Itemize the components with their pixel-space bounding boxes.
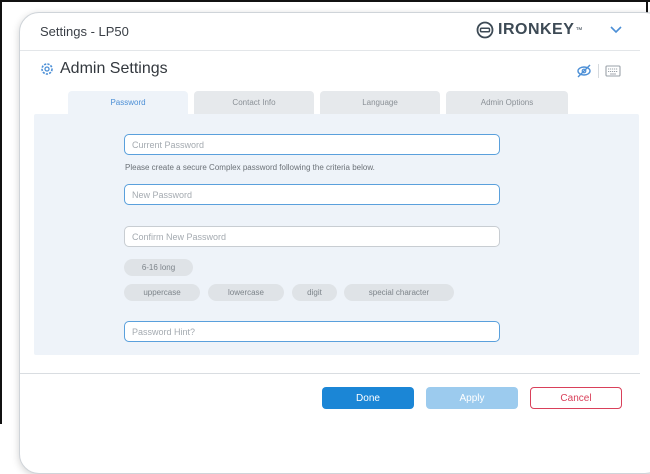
tab-contact-info[interactable]: Contact Info (194, 91, 314, 114)
criteria-special-badge: special character (344, 284, 454, 301)
keyboard-icon[interactable] (605, 64, 621, 78)
footer-divider (20, 373, 640, 374)
gear-icon (41, 63, 53, 75)
brand-trademark: ™ (575, 26, 583, 34)
header-divider (20, 50, 640, 51)
icon-divider (598, 64, 599, 78)
confirm-password-field[interactable] (124, 226, 500, 247)
ironkey-logo-icon (476, 21, 494, 39)
tab-password[interactable]: Password (68, 91, 188, 114)
criteria-lowercase-badge: lowercase (208, 284, 284, 301)
password-helper-text: Please create a secure Complex password … (125, 163, 375, 172)
criteria-digit-badge: digit (292, 284, 337, 301)
apply-button[interactable]: Apply (426, 387, 518, 409)
chevron-down-icon[interactable] (609, 24, 623, 36)
brand-logo: IRONKEY ™ (476, 19, 582, 41)
new-password-field[interactable] (124, 184, 500, 205)
window-title: Settings - LP50 (40, 24, 129, 39)
page-title: Admin Settings (60, 60, 168, 77)
criteria-uppercase-badge: uppercase (124, 284, 200, 301)
password-hint-field[interactable] (124, 321, 500, 342)
screen-edge-top (0, 0, 650, 2)
current-password-field[interactable] (124, 134, 500, 155)
cancel-button[interactable]: Cancel (530, 387, 622, 409)
eye-off-icon[interactable] (576, 63, 592, 79)
tab-admin-options[interactable]: Admin Options (446, 91, 568, 114)
screen-edge-left (0, 0, 2, 424)
brand-name: IRONKEY (498, 21, 575, 38)
criteria-length-badge: 6-16 long (124, 259, 193, 276)
done-button[interactable]: Done (322, 387, 414, 409)
tab-language[interactable]: Language (320, 91, 440, 114)
